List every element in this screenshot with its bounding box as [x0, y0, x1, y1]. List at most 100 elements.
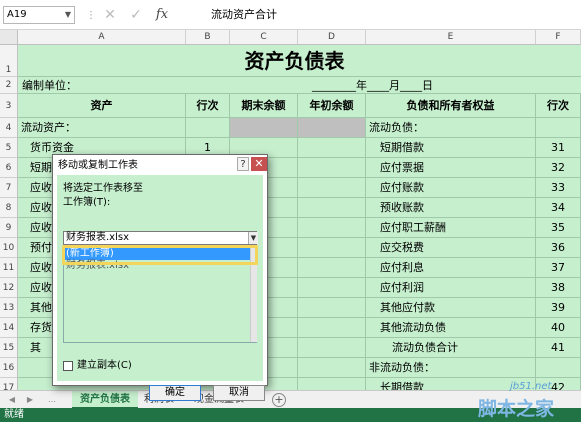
row-header[interactable]: 16: [0, 358, 18, 378]
liability-item-cell[interactable]: 流动负债：: [366, 118, 536, 138]
more-tabs-icon[interactable]: …: [46, 393, 58, 407]
chevron-down-icon[interactable]: ▼: [248, 232, 258, 244]
row-header[interactable]: 9: [0, 218, 18, 238]
ok-button[interactable]: 确定: [149, 385, 201, 401]
begin-balance-cell[interactable]: [298, 298, 366, 318]
column-header-a[interactable]: A: [18, 30, 186, 45]
watermark-text: 脚本之家: [478, 398, 555, 420]
liability-item-cell[interactable]: 应付职工薪酬: [366, 218, 536, 238]
begin-balance-cell[interactable]: [298, 218, 366, 238]
check-icon[interactable]: ✓: [126, 5, 146, 25]
row-header[interactable]: 7: [0, 178, 18, 198]
liability-rownum-cell[interactable]: 33: [536, 178, 581, 198]
row-header[interactable]: 14: [0, 318, 18, 338]
sheet-title[interactable]: 资产负债表: [18, 45, 581, 77]
liability-item-cell[interactable]: 应付利息: [366, 258, 536, 278]
row-header[interactable]: 15: [0, 338, 18, 358]
liability-rownum-cell[interactable]: [536, 358, 581, 378]
fx-icon[interactable]: fx: [152, 5, 172, 25]
formula-input[interactable]: 流动资产合计: [185, 6, 575, 24]
column-header-b[interactable]: B: [186, 30, 230, 45]
begin-balance-cell[interactable]: [298, 178, 366, 198]
liability-rownum-cell[interactable]: 37: [536, 258, 581, 278]
workbook-select[interactable]: 财务报表.xlsx ▼: [63, 231, 258, 245]
begin-balance-cell[interactable]: [298, 238, 366, 258]
begin-balance-cell[interactable]: [298, 158, 366, 178]
chevron-right-icon[interactable]: ▶: [24, 393, 36, 407]
row-header[interactable]: 10: [0, 238, 18, 258]
column-header-d[interactable]: D: [298, 30, 366, 45]
date-line[interactable]: ________年____月____日: [312, 77, 532, 94]
liability-item-cell[interactable]: 应交税费: [366, 238, 536, 258]
header-row-no[interactable]: 行次: [186, 94, 230, 118]
create-copy-checkbox[interactable]: [63, 361, 73, 371]
liability-item-cell[interactable]: 非流动负债：: [366, 358, 536, 378]
drag-handle-icon[interactable]: ⋮: [86, 9, 96, 23]
chevron-down-icon[interactable]: ▼: [62, 6, 74, 24]
row-header[interactable]: 13: [0, 298, 18, 318]
begin-balance-cell[interactable]: [298, 278, 366, 298]
liability-rownum-cell[interactable]: 31: [536, 138, 581, 158]
liability-item-cell[interactable]: 其他应付款: [366, 298, 536, 318]
liability-rownum-cell[interactable]: 34: [536, 198, 581, 218]
row-header[interactable]: 1: [0, 45, 18, 77]
row-header[interactable]: 6: [0, 158, 18, 178]
liability-rownum-cell[interactable]: 40: [536, 318, 581, 338]
header-assets[interactable]: 资产: [18, 94, 186, 118]
begin-balance-cell[interactable]: [298, 318, 366, 338]
begin-balance-cell[interactable]: [298, 378, 366, 390]
liability-rownum-cell[interactable]: 38: [536, 278, 581, 298]
create-copy-label[interactable]: 建立副本(C): [77, 360, 132, 372]
column-header-f[interactable]: F: [536, 30, 581, 45]
dialog-title: 移动或复制工作表: [58, 160, 138, 171]
end-balance-cell[interactable]: [230, 118, 298, 138]
header-begin-balance[interactable]: 年初余额: [298, 94, 366, 118]
liability-rownum-cell[interactable]: [536, 118, 581, 138]
row-header[interactable]: 2: [0, 77, 18, 94]
liability-item-cell[interactable]: 应付利润: [366, 278, 536, 298]
row-header[interactable]: 4: [0, 118, 18, 138]
row-header[interactable]: 12: [0, 278, 18, 298]
header-row-no-2[interactable]: 行次: [536, 94, 581, 118]
chevron-left-icon[interactable]: ◀: [6, 393, 18, 407]
close-icon[interactable]: ✕: [251, 157, 267, 171]
column-header-c[interactable]: C: [230, 30, 298, 45]
begin-balance-cell[interactable]: [298, 198, 366, 218]
begin-balance-cell[interactable]: [298, 338, 366, 358]
status-text: 就绪: [4, 409, 24, 420]
liability-item-cell[interactable]: 其他流动负债: [366, 318, 536, 338]
liability-item-cell[interactable]: 预收账款: [366, 198, 536, 218]
select-all-corner[interactable]: [0, 30, 18, 45]
begin-balance-cell[interactable]: [298, 138, 366, 158]
help-icon[interactable]: ?: [237, 157, 249, 171]
workbook-select-value: 财务报表.xlsx: [66, 232, 130, 243]
asset-item-cell[interactable]: 流动资产：: [18, 118, 186, 138]
asset-rownum-cell[interactable]: [186, 118, 230, 138]
begin-balance-cell[interactable]: [298, 118, 366, 138]
cancel-button[interactable]: 取消: [213, 385, 265, 401]
liability-item-cell[interactable]: 流动负债合计: [366, 338, 536, 358]
header-liabilities[interactable]: 负债和所有者权益: [366, 94, 536, 118]
row-header[interactable]: 11: [0, 258, 18, 278]
row-header[interactable]: 8: [0, 198, 18, 218]
liability-item-cell[interactable]: 应付账款: [366, 178, 536, 198]
add-sheet-icon[interactable]: +: [272, 393, 286, 407]
liability-rownum-cell[interactable]: 32: [536, 158, 581, 178]
x-icon[interactable]: ✕: [100, 5, 120, 25]
liability-rownum-cell[interactable]: 35: [536, 218, 581, 238]
liability-rownum-cell[interactable]: 41: [536, 338, 581, 358]
liability-rownum-cell[interactable]: 36: [536, 238, 581, 258]
liability-rownum-cell[interactable]: 39: [536, 298, 581, 318]
begin-balance-cell[interactable]: [298, 358, 366, 378]
liability-item-cell[interactable]: 短期借款: [366, 138, 536, 158]
row-header[interactable]: 5: [0, 138, 18, 158]
row-header[interactable]: 3: [0, 94, 18, 118]
tab-balance-sheet[interactable]: 资产负债表: [72, 391, 138, 409]
liability-item-cell[interactable]: 应付票据: [366, 158, 536, 178]
move-copy-sheet-dialog: 移动或复制工作表 ? ✕ 将选定工作表移至 工作簿(T): 财务报表.xlsx …: [52, 154, 268, 401]
column-header-e[interactable]: E: [366, 30, 536, 45]
unit-label[interactable]: 编制单位：: [22, 77, 182, 94]
row-header[interactable]: 17: [0, 378, 18, 390]
begin-balance-cell[interactable]: [298, 258, 366, 278]
header-end-balance[interactable]: 期末余额: [230, 94, 298, 118]
